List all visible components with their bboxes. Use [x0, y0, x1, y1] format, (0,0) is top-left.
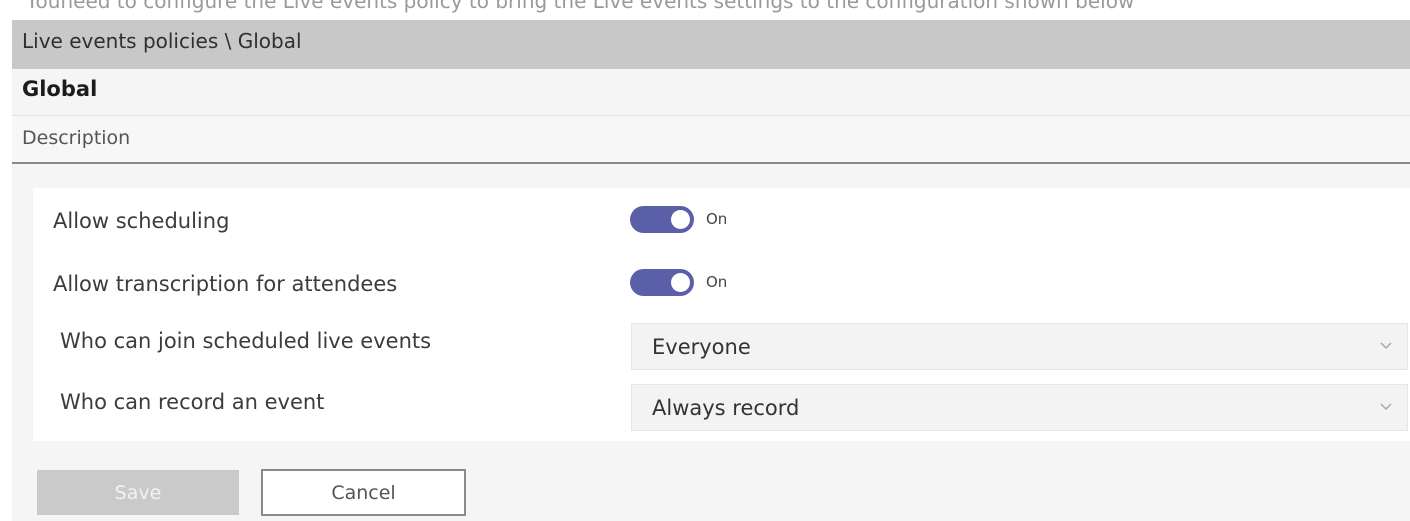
question-text: Youneed to configure the Live events pol… [26, 0, 1135, 13]
who-can-join-value: Everyone [652, 335, 751, 359]
allow-scheduling-label: Allow scheduling [53, 209, 230, 233]
save-button[interactable]: Save [37, 470, 239, 515]
allow-transcription-label: Allow transcription for attendees [53, 272, 398, 296]
who-can-join-dropdown[interactable]: Everyone [631, 323, 1408, 370]
description-placeholder: Description [22, 127, 131, 149]
allow-scheduling-state: On [706, 210, 728, 228]
breadcrumb-bar: Live events policies \ Global [12, 20, 1410, 69]
who-can-record-dropdown[interactable]: Always record [631, 384, 1408, 431]
toggle-knob [671, 273, 690, 292]
cropped-question-text: Youneed to configure the Live events pol… [0, 0, 1410, 20]
cancel-button[interactable]: Cancel [261, 469, 466, 516]
allow-transcription-state: On [706, 273, 728, 291]
who-can-record-label: Who can record an event [60, 390, 325, 414]
settings-card: Allow scheduling On Allow transcription … [33, 188, 1410, 441]
toggle-knob [671, 210, 690, 229]
policy-name-title: Global [22, 77, 98, 101]
breadcrumb: Live events policies \ Global [22, 29, 302, 53]
chevron-down-icon [1380, 403, 1392, 411]
chevron-down-icon [1380, 342, 1392, 350]
description-field[interactable]: Description [12, 115, 1410, 164]
allow-transcription-toggle[interactable] [630, 269, 694, 296]
who-can-join-label: Who can join scheduled live events [60, 329, 432, 353]
who-can-record-value: Always record [652, 396, 800, 420]
live-events-policy-panel: Live events policies \ Global Global Des… [12, 20, 1410, 521]
allow-scheduling-toggle[interactable] [630, 206, 694, 233]
